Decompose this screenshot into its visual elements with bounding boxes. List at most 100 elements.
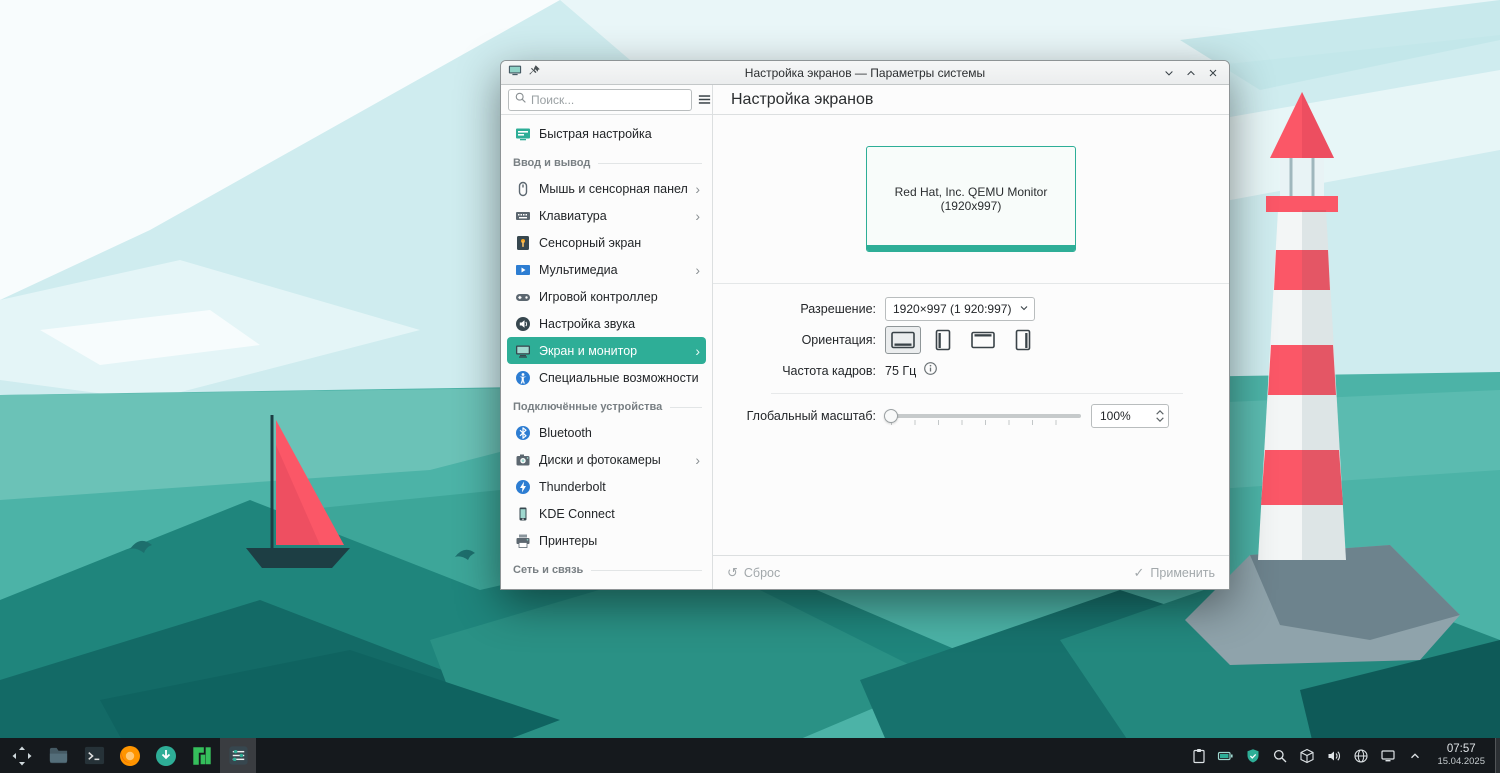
apply-button[interactable]: ✓ Применить [1134, 565, 1216, 581]
maximize-button[interactable] [1182, 64, 1200, 82]
system-settings-window: Настройка экранов — Параметры системы По… [500, 60, 1230, 590]
resolution-dropdown[interactable]: 1920×997 (1 920:997) [885, 297, 1035, 321]
launcher-icon [12, 746, 32, 765]
minimize-button[interactable] [1160, 64, 1178, 82]
tray-expander-icon[interactable] [1402, 738, 1427, 773]
sidebar-item-accessibility[interactable]: Специальные возможности [507, 364, 706, 391]
wifi-icon [515, 588, 531, 589]
slider-handle[interactable] [884, 409, 898, 423]
taskbar-active-app[interactable] [220, 738, 256, 773]
sidebar-item-label: Быстрая настройка [539, 126, 652, 141]
software-updates-button[interactable] [148, 738, 184, 773]
firefox-button[interactable] [112, 738, 148, 773]
keyboard-layout-icon[interactable] [1375, 738, 1400, 773]
global-scale-value: 100% [1100, 409, 1131, 423]
sidebar-item-label: Сенсорный экран [539, 235, 642, 250]
folder-icon [49, 747, 67, 764]
orientation-landscape-button[interactable] [885, 326, 921, 354]
search-input[interactable] [531, 92, 686, 107]
sidebar-item-bluetooth[interactable]: Bluetooth [507, 419, 706, 446]
manjaro-logo-icon [193, 746, 211, 765]
form-separator [771, 393, 1183, 394]
orientation-portrait-button[interactable] [925, 326, 961, 354]
mouse-icon [515, 181, 531, 197]
display-settings-form: Разрешение: 1920×997 (1 920:997) Ориента… [713, 284, 1229, 555]
spin-up-icon[interactable] [1155, 409, 1165, 416]
network-icon[interactable] [1348, 738, 1373, 773]
sidebar-item-printers[interactable]: Принтеры [507, 527, 706, 554]
sidebar-item-touchscreen[interactable]: Сенсорный экран [507, 229, 706, 256]
app-launcher-button[interactable] [4, 738, 40, 773]
close-button[interactable] [1204, 64, 1222, 82]
battery-icon[interactable] [1213, 738, 1238, 773]
orientation-portrait-flipped-button[interactable] [1005, 326, 1041, 354]
bluetooth-icon [515, 425, 531, 441]
keyboard-icon [515, 208, 531, 224]
sidebar-item-thunderbolt[interactable]: Thunderbolt [507, 473, 706, 500]
sidebar-item-label: Игровой контроллер [539, 289, 658, 304]
sidebar-item-disks-cameras[interactable]: Диски и фотокамеры › [507, 446, 706, 473]
chevron-right-icon: › [695, 207, 700, 224]
magnifier-icon[interactable] [1267, 738, 1292, 773]
app-icon [508, 63, 522, 82]
display-icon [515, 343, 531, 359]
global-scale-spinbox[interactable]: 100% [1091, 404, 1169, 428]
menu-button[interactable] [697, 89, 712, 111]
resolution-value: 1920×997 (1 920:997) [893, 302, 1012, 316]
orientation-landscape-flipped-button[interactable] [965, 326, 1001, 354]
sidebar-section-input-output: Ввод и вывод [507, 147, 706, 175]
spin-down-icon[interactable] [1155, 416, 1165, 423]
global-scale-slider[interactable] [884, 405, 1081, 427]
sidebar-item-multimedia[interactable]: Мультимедиа › [507, 256, 706, 283]
printer-icon [515, 533, 531, 549]
slider-track[interactable] [885, 414, 1081, 418]
thunderbolt-icon [515, 479, 531, 495]
sidebar-list: Быстрая настройка Ввод и вывод Мышь и се… [501, 115, 712, 589]
sidebar-item-display[interactable]: Экран и монитор › [507, 337, 706, 364]
reset-button[interactable]: ↺ Сброс [727, 565, 780, 581]
sidebar-item-label: Принтеры [539, 533, 598, 548]
monitor-preview[interactable]: Red Hat, Inc. QEMU Monitor (1920x997) [866, 146, 1076, 252]
volume-icon[interactable] [1321, 738, 1346, 773]
sidebar-item-label: Настройка звука [539, 316, 636, 331]
titlebar[interactable]: Настройка экранов — Параметры системы [501, 61, 1229, 85]
taskbar: 07:57 15.04.2025 [0, 738, 1500, 773]
clipboard-icon[interactable] [1186, 738, 1211, 773]
clock-time: 07:57 [1446, 743, 1476, 756]
sidebar: Быстрая настройка Ввод и вывод Мышь и се… [501, 85, 713, 589]
sidebar-item-label: KDE Connect [539, 506, 615, 521]
accessibility-icon [515, 370, 531, 386]
sidebar-item-keyboard[interactable]: Клавиатура › [507, 202, 706, 229]
pin-icon[interactable] [528, 64, 541, 82]
clock-date: 15.04.2025 [1437, 755, 1485, 767]
phone-icon [515, 506, 531, 522]
terminal-launcher-button[interactable] [76, 738, 112, 773]
refresh-rate-label: Частота кадров: [782, 364, 876, 378]
sidebar-item-label: Thunderbolt [539, 479, 606, 494]
package-icon[interactable] [1294, 738, 1319, 773]
firefox-icon [120, 745, 140, 766]
security-shield-icon[interactable] [1240, 738, 1265, 773]
sidebar-item-label: Мышь и сенсорная панель [539, 181, 688, 196]
show-desktop-button[interactable] [1495, 738, 1500, 773]
manjaro-button[interactable] [184, 738, 220, 773]
sidebar-item-mouse[interactable]: Мышь и сенсорная панель › [507, 175, 706, 202]
chevron-right-icon: › [695, 451, 700, 468]
sidebar-item-label: Клавиатура [539, 208, 607, 223]
monitor-portrait-icon [935, 329, 951, 351]
sidebar-item-quick-settings[interactable]: Быстрая настройка [507, 120, 706, 147]
search-icon [514, 91, 527, 109]
sidebar-item-label: Wi-Fi и интернет [539, 589, 687, 590]
sidebar-item-game-controller[interactable]: Игровой контроллер [507, 283, 706, 310]
chevron-right-icon: › [695, 261, 700, 278]
sidebar-item-wifi[interactable]: Wi-Fi и интернет › [507, 582, 706, 590]
page-title: Настройка экранов [731, 90, 874, 108]
sidebar-item-audio[interactable]: Настройка звука [507, 310, 706, 337]
quick-settings-icon [515, 126, 531, 142]
monitor-landscape-icon [891, 331, 915, 349]
chevron-right-icon: › [695, 589, 700, 590]
clock[interactable]: 07:57 15.04.2025 [1429, 743, 1493, 767]
info-icon[interactable] [923, 361, 938, 381]
sidebar-item-kde-connect[interactable]: KDE Connect [507, 500, 706, 527]
file-manager-button[interactable] [40, 738, 76, 773]
